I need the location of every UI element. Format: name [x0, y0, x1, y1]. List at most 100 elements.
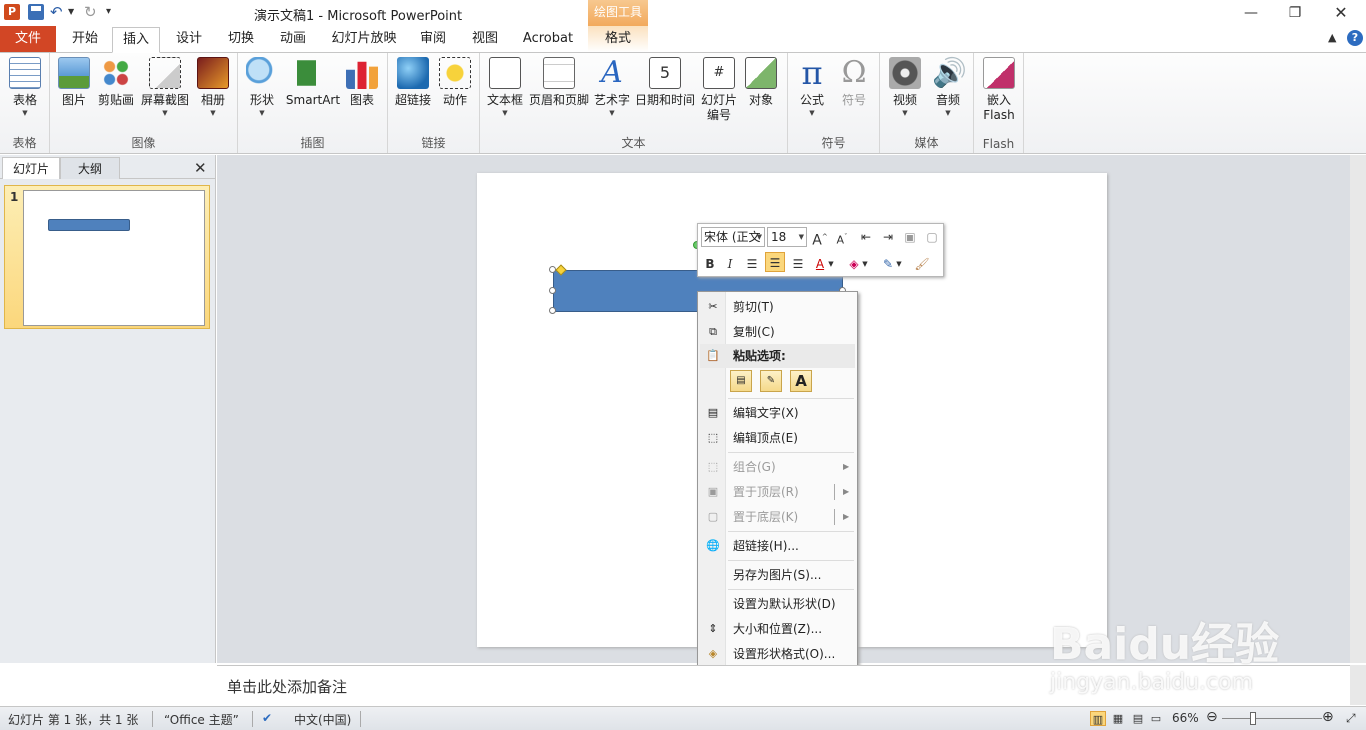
- tab-home[interactable]: 开始: [60, 26, 110, 52]
- customize-toolbar-icon[interactable]: ▾: [106, 4, 122, 20]
- action-button[interactable]: 动作: [438, 57, 472, 108]
- tab-acrobat[interactable]: Acrobat: [516, 26, 580, 52]
- picture-button[interactable]: 图片: [56, 57, 92, 108]
- audio-button[interactable]: 🔊 音频 ▼: [930, 57, 967, 118]
- slide-thumbnail-item[interactable]: 1: [4, 185, 210, 329]
- menu-item-bring-to-front[interactable]: ▣ 置于顶层(R) ▶: [700, 480, 855, 504]
- menu-item-format-shape[interactable]: ◈ 设置形状格式(O)...: [700, 642, 855, 666]
- clipart-button[interactable]: 剪贴画: [96, 57, 136, 108]
- undo-icon[interactable]: ↶: [50, 4, 66, 20]
- video-button[interactable]: 视频 ▼: [886, 57, 924, 118]
- format-painter-icon[interactable]: 🖌: [912, 254, 932, 274]
- tab-format[interactable]: 格式: [588, 26, 648, 52]
- equation-button[interactable]: π 公式 ▼: [794, 57, 830, 118]
- close-icon[interactable]: ✕: [194, 159, 207, 177]
- textbox-button[interactable]: 文本框 ▼: [484, 57, 526, 118]
- bold-icon[interactable]: B: [700, 254, 720, 274]
- wordart-button[interactable]: A 艺术字 ▼: [592, 57, 632, 118]
- zoom-out-icon[interactable]: ⊖: [1206, 709, 1218, 725]
- align-center-icon[interactable]: ☰: [765, 252, 785, 272]
- bring-forward-icon[interactable]: ▣: [900, 227, 920, 247]
- help-icon[interactable]: ?: [1347, 30, 1363, 46]
- italic-icon[interactable]: I: [720, 254, 740, 274]
- menu-header-paste-options: 📋 粘贴选项:: [700, 344, 855, 368]
- spellcheck-icon[interactable]: ✔: [262, 711, 272, 725]
- tab-outline[interactable]: 大纲: [60, 157, 120, 179]
- tab-slides[interactable]: 幻灯片: [2, 157, 60, 179]
- decrease-indent-icon[interactable]: ⇤: [856, 227, 876, 247]
- menu-item-group[interactable]: ⬚ 组合(G) ▶: [700, 455, 855, 479]
- theme-status[interactable]: “Office 主题”: [164, 711, 239, 728]
- menu-item-save-as-picture[interactable]: 另存为图片(S)...: [700, 563, 855, 587]
- slide-number-button[interactable]: # 幻灯片 编号: [698, 57, 740, 123]
- restore-button[interactable]: ❐: [1280, 3, 1310, 23]
- slide-thumbnail[interactable]: [23, 190, 205, 326]
- zoom-level[interactable]: 66%: [1172, 711, 1199, 725]
- normal-view-icon[interactable]: ▥: [1090, 711, 1106, 726]
- tab-file[interactable]: 文件: [0, 26, 56, 52]
- undo-dropdown-icon[interactable]: ▼: [68, 4, 84, 20]
- tab-transitions[interactable]: 切换: [218, 26, 264, 52]
- minimize-button[interactable]: —: [1236, 3, 1266, 23]
- album-button[interactable]: 相册 ▼: [196, 57, 230, 118]
- menu-item-size-position[interactable]: ⇕ 大小和位置(Z)...: [700, 617, 855, 641]
- zoom-slider-thumb[interactable]: [1250, 712, 1256, 725]
- embed-flash-button[interactable]: 嵌入 Flash: [978, 57, 1020, 123]
- shrink-font-icon[interactable]: Aˇ: [832, 227, 852, 247]
- chevron-down-icon[interactable]: ▼: [826, 254, 836, 274]
- increase-indent-icon[interactable]: ⇥: [878, 227, 898, 247]
- align-left-icon[interactable]: ☰: [742, 254, 762, 274]
- save-icon[interactable]: [28, 4, 44, 20]
- menu-item-copy[interactable]: ⧉ 复制(C): [700, 320, 855, 344]
- reading-view-icon[interactable]: ▤: [1130, 711, 1146, 726]
- slideshow-view-icon[interactable]: ▭: [1148, 711, 1164, 726]
- tab-animations[interactable]: 动画: [270, 26, 316, 52]
- hyperlink-button[interactable]: 超链接: [392, 57, 434, 108]
- table-button[interactable]: 表格 ▼: [6, 57, 44, 118]
- shapes-button[interactable]: 形状 ▼: [244, 57, 280, 118]
- menu-label: 组合(G): [733, 460, 776, 474]
- menu-item-hyperlink[interactable]: 🌐 超链接(H)...: [700, 534, 855, 558]
- tab-review[interactable]: 审阅: [410, 26, 456, 52]
- resize-handle-bottom-left[interactable]: [549, 307, 556, 314]
- paste-keep-source-format-icon[interactable]: ✎: [760, 370, 782, 392]
- screenshot-button[interactable]: 屏幕截图 ▼: [140, 57, 190, 118]
- datetime-button[interactable]: 5 日期和时间: [634, 57, 696, 108]
- vertical-scrollbar[interactable]: [1350, 155, 1366, 663]
- zoom-slider[interactable]: [1222, 718, 1322, 719]
- grow-font-icon[interactable]: A^: [810, 227, 830, 249]
- fit-to-window-icon[interactable]: ⤢: [1346, 711, 1356, 726]
- symbol-button[interactable]: Ω 符号: [836, 57, 872, 108]
- menu-item-edit-points[interactable]: ⬚ 编辑顶点(E): [700, 426, 855, 450]
- slide-sorter-view-icon[interactable]: ▦: [1110, 711, 1126, 726]
- paste-use-destination-theme-icon[interactable]: ▤: [730, 370, 752, 392]
- send-backward-icon[interactable]: ▢: [922, 227, 942, 247]
- close-button[interactable]: ✕: [1326, 3, 1356, 23]
- redo-icon[interactable]: ↻: [84, 4, 100, 20]
- smartart-button[interactable]: SmartArt: [284, 57, 342, 108]
- menu-item-send-to-back[interactable]: ▢ 置于底层(K) ▶: [700, 505, 855, 529]
- powerpoint-logo-icon[interactable]: P: [4, 4, 20, 20]
- minimize-ribbon-icon[interactable]: ▲: [1328, 31, 1336, 44]
- chevron-down-icon[interactable]: ▼: [860, 254, 870, 274]
- tab-design[interactable]: 设计: [166, 26, 212, 52]
- align-right-icon[interactable]: ☰: [788, 254, 808, 274]
- slide-thumbnail-number: 1: [10, 190, 19, 204]
- object-button[interactable]: 对象: [744, 57, 778, 108]
- tab-insert[interactable]: 插入: [112, 27, 160, 53]
- resize-handle-left[interactable]: [549, 287, 556, 294]
- header-footer-button[interactable]: 页眉和页脚: [528, 57, 590, 108]
- zoom-in-icon[interactable]: ⊕: [1322, 709, 1334, 725]
- language-status[interactable]: 中文(中国): [294, 711, 351, 728]
- paste-text-only-icon[interactable]: A: [790, 370, 812, 392]
- menu-item-edit-text[interactable]: ▤ 编辑文字(X): [700, 401, 855, 425]
- chevron-down-icon[interactable]: ▼: [894, 254, 904, 274]
- menu-item-cut[interactable]: ✂ 剪切(T): [700, 295, 855, 319]
- notes-scrollbar[interactable]: [1350, 665, 1366, 705]
- font-size-input[interactable]: 18 ▼: [767, 227, 807, 247]
- menu-item-set-default-shape[interactable]: 设置为默认形状(D): [700, 592, 855, 616]
- chart-button[interactable]: 图表: [344, 57, 380, 108]
- tab-view[interactable]: 视图: [462, 26, 508, 52]
- tab-slideshow[interactable]: 幻灯片放映: [326, 26, 402, 52]
- font-name-input[interactable]: 宋体 (正文 ▼: [701, 227, 765, 247]
